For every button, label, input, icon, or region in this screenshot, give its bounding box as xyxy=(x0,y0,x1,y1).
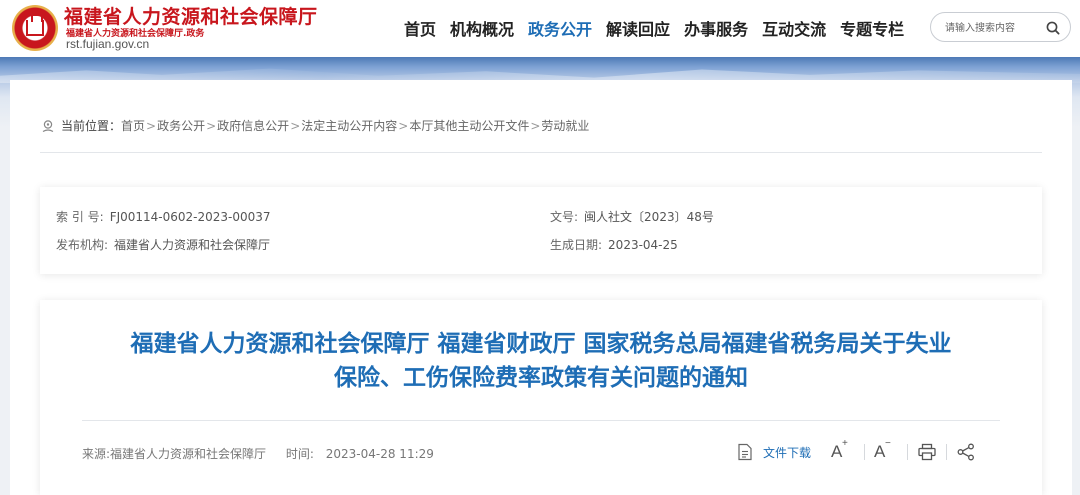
breadcrumb-separator: > xyxy=(206,118,217,133)
article-title-line-1: 福建省人力资源和社会保障厅 福建省财政厅 国家税务总局福建省税务局关于失业 xyxy=(130,331,952,357)
site-header: 福建省人力资源和社会保障厅 福建省人力资源和社会保障厅.政务 rst.fujia… xyxy=(0,0,1080,57)
document-meta-box: 索 引 号: FJ00114-0602-2023-00037 文号: 闽人社文〔20… xyxy=(40,187,1042,274)
meta-date-label: 生成日期: xyxy=(550,238,603,252)
meta-index-row: 索 引 号: FJ00114-0602-2023-00037 xyxy=(56,208,271,225)
breadcrumb-separator: > xyxy=(530,118,541,133)
font-increase-sign: + xyxy=(842,438,848,449)
print-icon xyxy=(918,443,936,461)
nav-item-interaction[interactable]: 互动交流 xyxy=(762,16,826,40)
breadcrumb-home[interactable]: 首页 xyxy=(121,117,145,134)
share-icon xyxy=(957,443,974,461)
font-decrease-sign: − xyxy=(885,438,891,449)
breadcrumb-gov-info[interactable]: 政府信息公开 xyxy=(217,117,289,134)
breadcrumb-gov-affairs[interactable]: 政务公开 xyxy=(157,117,205,134)
meta-publisher-label: 发布机构: xyxy=(56,238,109,252)
breadcrumb-separator: > xyxy=(146,118,157,133)
breadcrumb-separator: > xyxy=(398,118,409,133)
document-icon xyxy=(738,443,752,461)
breadcrumb-other-files[interactable]: 本厅其他主动公开文件 xyxy=(409,117,529,134)
meta-docno-row: 文号: 闽人社文〔2023〕48号 xyxy=(550,208,714,225)
meta-docno-value: 闽人社文〔2023〕48号 xyxy=(584,210,714,224)
font-decrease-button[interactable]: A − xyxy=(874,438,898,462)
breadcrumb: 当前位置： 首页 > 政务公开 > 政府信息公开 > 法定主动公开内容 > 本厅… xyxy=(41,117,589,134)
breadcrumb-divider xyxy=(40,152,1042,153)
nav-item-services[interactable]: 办事服务 xyxy=(684,16,748,40)
article-source: 来源:福建省人力资源和社会保障厅 xyxy=(82,447,267,461)
share-button[interactable] xyxy=(956,443,976,461)
article-toolbar: 文件下载 A + A − xyxy=(737,438,976,464)
meta-publisher-row: 发布机构: 福建省人力资源和社会保障厅 xyxy=(56,236,270,253)
article-time-value: 2023-04-28 11:29 xyxy=(325,447,434,461)
nav-item-home[interactable]: 首页 xyxy=(404,16,436,40)
font-decrease-letter: A xyxy=(874,442,886,461)
nav-item-about[interactable]: 机构概况 xyxy=(450,16,514,40)
search-box xyxy=(930,12,1071,42)
nav-item-interpretation[interactable]: 解读回应 xyxy=(606,16,670,40)
main-nav: 首页 机构概况 政务公开 解读回应 办事服务 互动交流 专题专栏 xyxy=(404,16,904,40)
site-title[interactable]: 福建省人力资源和社会保障厅 xyxy=(64,2,318,29)
toolbar-separator xyxy=(946,444,948,460)
toolbar-separator xyxy=(864,444,866,460)
toolbar-separator xyxy=(907,444,909,460)
search-icon[interactable] xyxy=(1045,20,1061,36)
article-source-line: 来源:福建省人力资源和社会保障厅 时间: 2023-04-28 11:29 xyxy=(82,445,434,462)
article-title-line-2: 保险、工伤保险费率政策有关问题的通知 xyxy=(334,365,748,391)
file-download-label[interactable]: 文件下载 xyxy=(763,444,811,461)
meta-index-value: FJ00114-0602-2023-00037 xyxy=(109,210,271,224)
emblem-logo-icon[interactable] xyxy=(12,5,58,51)
meta-docno-label: 文号: xyxy=(550,210,579,224)
location-pin-icon xyxy=(42,119,54,132)
meta-publisher-value: 福建省人力资源和社会保障厅 xyxy=(114,238,271,252)
article-panel: 福建省人力资源和社会保障厅 福建省财政厅 国家税务总局福建省税务局关于失业 保险… xyxy=(40,300,1042,495)
print-button[interactable] xyxy=(917,443,937,461)
article-title: 福建省人力资源和社会保障厅 福建省财政厅 国家税务总局福建省税务局关于失业 保险… xyxy=(65,327,1017,395)
breadcrumb-statutory[interactable]: 法定主动公开内容 xyxy=(301,117,397,134)
meta-index-label: 索 引 号: xyxy=(56,210,104,224)
nav-item-topics[interactable]: 专题专栏 xyxy=(840,16,904,40)
nav-item-gov-affairs[interactable]: 政务公开 xyxy=(528,16,592,40)
font-increase-button[interactable]: A + xyxy=(831,438,855,462)
search-input[interactable] xyxy=(945,19,1041,37)
site-domain: rst.fujian.gov.cn xyxy=(66,37,150,51)
meta-date-value: 2023-04-25 xyxy=(608,238,678,252)
content-card: 当前位置： 首页 > 政务公开 > 政府信息公开 > 法定主动公开内容 > 本厅… xyxy=(10,80,1072,495)
breadcrumb-separator: > xyxy=(290,118,301,133)
breadcrumb-employment[interactable]: 劳动就业 xyxy=(541,117,589,134)
article-divider xyxy=(82,420,1000,421)
article-time-label: 时间: xyxy=(285,447,314,461)
font-increase-letter: A xyxy=(831,442,843,461)
file-download-button[interactable]: 文件下载 xyxy=(737,443,831,461)
meta-date-row: 生成日期: 2023-04-25 xyxy=(550,236,678,253)
breadcrumb-label: 当前位置： xyxy=(61,119,122,133)
